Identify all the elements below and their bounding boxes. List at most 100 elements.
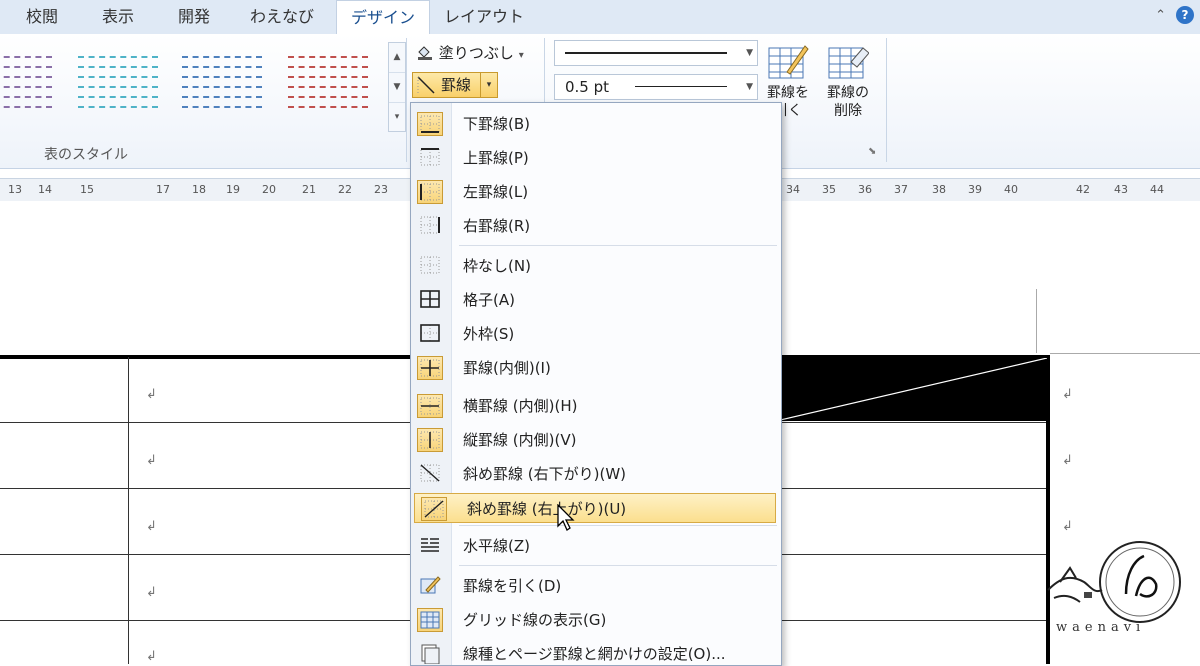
shaded-cell-diagonal[interactable]: [775, 357, 1048, 422]
border-menu-item[interactable]: 斜め罫線 (右上がり)(U): [414, 493, 776, 523]
ruler-tick-label: 40: [1004, 183, 1018, 196]
draw-table-icon: [417, 574, 443, 598]
right-border-icon: [417, 214, 443, 238]
style-thumb-line: [78, 56, 158, 62]
border-menu-item-label: 斜め罫線 (右上がり)(U): [467, 500, 627, 518]
ruler-tick-label: 35: [822, 183, 836, 196]
tab-review[interactable]: 校閲: [14, 3, 70, 31]
shading-label: 塗りつぶし: [438, 44, 514, 62]
tab-view[interactable]: 表示: [88, 3, 148, 31]
style-thumb-line: [0, 76, 52, 82]
border-menu-item[interactable]: 左罫線(L): [411, 177, 779, 207]
border-menu-item-label: 罫線を引く(D): [463, 577, 562, 595]
border-menu-item-label: 右罫線(R): [463, 217, 531, 235]
tab-layout[interactable]: レイアウト: [434, 3, 534, 31]
gallery-down-icon[interactable]: ▼: [389, 73, 405, 103]
paragraph-mark: ↲: [146, 519, 157, 534]
dropdown-arrow-icon: ▼: [746, 48, 753, 58]
style-thumb-line: [78, 86, 158, 92]
style-thumb-line: [182, 66, 262, 72]
paragraph-mark: ↲: [146, 453, 157, 468]
tab-developer[interactable]: 開発: [164, 3, 224, 31]
borders-dropdown-arrow-icon[interactable]: ▾: [480, 73, 497, 97]
minimize-ribbon-icon[interactable]: ⌃: [1155, 8, 1166, 23]
ruler-tick-label: 23: [374, 183, 388, 196]
ruler-tick-label: 22: [338, 183, 352, 196]
crop-mark: [1036, 289, 1037, 353]
style-thumb-line: [0, 96, 52, 102]
ruler-tick-label: 36: [858, 183, 872, 196]
border-menu-item-label: 格子(A): [463, 291, 515, 309]
style-thumb-line: [78, 66, 158, 72]
border-menu-item[interactable]: 罫線を引く(D): [411, 571, 779, 601]
table-style-thumb-1[interactable]: [0, 52, 54, 114]
ruler-tick-label: 20: [262, 183, 276, 196]
border-menu-item[interactable]: 線種とページ罫線と網かけの設定(O)...: [411, 639, 779, 665]
group-divider: [886, 38, 887, 162]
paragraph-mark: ↲: [1062, 453, 1073, 468]
border-menu-item[interactable]: 枠なし(N): [411, 251, 779, 281]
paragraph-mark: ↲: [146, 585, 157, 600]
border-menu-item-label: 左罫線(L): [463, 183, 529, 201]
border-menu-item[interactable]: 水平線(Z): [411, 531, 779, 561]
border-menu-item[interactable]: 右罫線(R): [411, 211, 779, 241]
borders-dropdown-menu: 下罫線(B) 上罫線(P) 左罫線(L) 右罫線(R) 枠なし(N) 格子(A) 外枠(S)…: [410, 102, 782, 666]
border-menu-item[interactable]: 格子(A): [411, 285, 779, 315]
view-gridlines-icon: [417, 608, 443, 632]
borders-button[interactable]: 罫線 ▾: [412, 72, 498, 98]
inside-horizontal-border-icon: [417, 394, 443, 418]
tab-design[interactable]: デザイン: [336, 0, 430, 35]
border-menu-item[interactable]: 外枠(S): [411, 319, 779, 349]
dialog-launcher-icon[interactable]: ⬊: [868, 146, 876, 157]
border-menu-item-label: グリッド線の表示(G): [463, 611, 607, 629]
pen-style-dropdown[interactable]: ▼: [554, 40, 758, 66]
border-menu-item[interactable]: 横罫線 (内側)(H): [411, 391, 779, 421]
style-thumb-line: [288, 76, 368, 82]
draw-table-icon: [767, 42, 809, 80]
ribbon-tab-bar: 校閲 表示 開発 わえなび デザイン レイアウト ⌃ ?: [0, 0, 1200, 35]
tab-waenavi[interactable]: わえなび: [240, 3, 324, 31]
table-column-border: [128, 357, 129, 664]
table-style-thumb-3[interactable]: [180, 52, 264, 114]
border-menu-item[interactable]: 罫線(内側)(I): [411, 353, 779, 383]
border-menu-item-label: 横罫線 (内側)(H): [463, 397, 578, 415]
eraser-icon: [827, 42, 870, 80]
pen-weight-dropdown[interactable]: 0.5 pt ▼: [554, 74, 758, 100]
border-menu-item[interactable]: 斜め罫線 (右下がり)(W): [411, 459, 779, 489]
border-menu-item[interactable]: 下罫線(B): [411, 109, 779, 139]
border-menu-item[interactable]: 上罫線(P): [411, 143, 779, 173]
bottom-border-icon: [417, 112, 443, 136]
border-menu-item[interactable]: グリッド線の表示(G): [411, 605, 779, 635]
ruler-tick-label: 34: [786, 183, 800, 196]
dropdown-arrow-icon: ▼: [746, 82, 753, 92]
ruler-tick-label: 37: [894, 183, 908, 196]
table-styles-group-label: 表のスタイル: [44, 147, 128, 163]
style-thumb-line: [182, 76, 262, 82]
style-thumb-line: [182, 56, 262, 62]
style-gallery-scroll[interactable]: ▲ ▼ ▾: [388, 42, 406, 132]
ruler-tick-label: 14: [38, 183, 52, 196]
shading-button[interactable]: 塗りつぶし ▾: [416, 42, 524, 64]
border-menu-item[interactable]: 縦罫線 (内側)(V): [411, 425, 779, 455]
table-style-thumb-2[interactable]: [76, 52, 160, 114]
gallery-up-icon[interactable]: ▲: [389, 43, 405, 73]
ruler-tick-label: 44: [1150, 183, 1164, 196]
eraser-button[interactable]: 罫線の 削除: [822, 40, 874, 120]
help-icon[interactable]: ?: [1176, 6, 1194, 24]
ruler-tick-label: 43: [1114, 183, 1128, 196]
border-menu-item-label: 上罫線(P): [463, 149, 529, 167]
borders-label: 罫線: [441, 76, 472, 94]
style-thumb-line: [182, 86, 262, 92]
outside-borders-icon: [417, 322, 443, 346]
inside-vertical-border-icon: [417, 428, 443, 452]
gallery-more-icon[interactable]: ▾: [389, 103, 405, 132]
table-style-thumb-4[interactable]: [286, 52, 370, 114]
border-menu-item-label: 枠なし(N): [463, 257, 531, 275]
ruler-tick-label: 15: [80, 183, 94, 196]
border-menu-item-label: 罫線(内側)(I): [463, 359, 551, 377]
ruler-tick-label: 42: [1076, 183, 1090, 196]
style-thumb-line: [0, 56, 52, 62]
border-menu-item-label: 下罫線(B): [463, 115, 530, 133]
style-thumb-line: [288, 56, 368, 62]
paragraph-mark: ↲: [1062, 387, 1073, 402]
